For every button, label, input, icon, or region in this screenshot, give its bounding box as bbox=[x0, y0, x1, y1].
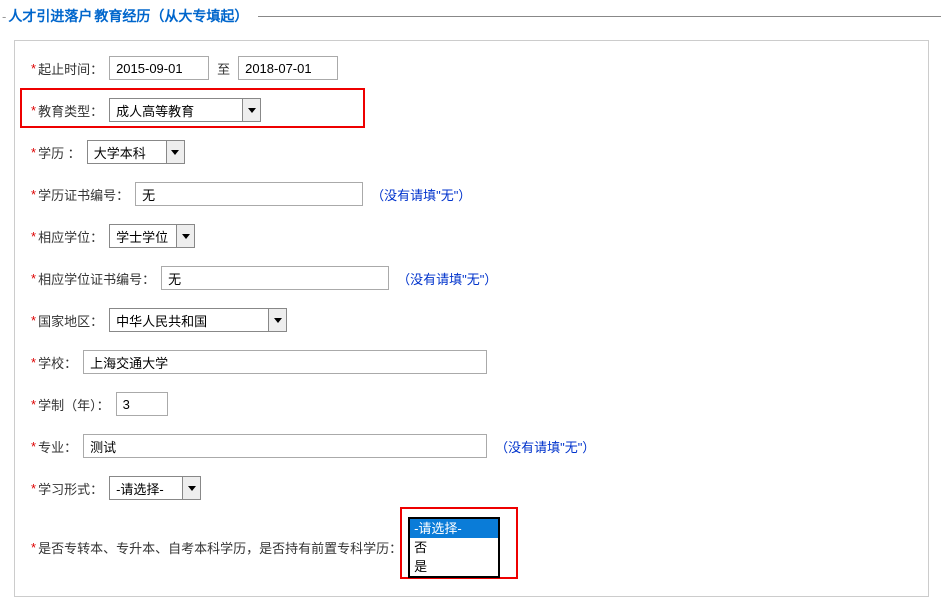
required-marker: * bbox=[31, 187, 36, 202]
study-form-select[interactable]: -请选择- bbox=[109, 476, 201, 500]
required-marker: * bbox=[31, 313, 36, 328]
degree-value: 大学本科 bbox=[88, 143, 166, 162]
row-study-form: * 学习形式： -请选择- bbox=[31, 475, 912, 501]
page-header: - 人才引进落户 教育经历（从大专填起） bbox=[0, 0, 943, 30]
row-degree: * 学历 ： 大学本科 bbox=[31, 139, 912, 165]
country-select[interactable]: 中华人民共和国 bbox=[109, 308, 287, 332]
chevron-down-icon bbox=[268, 309, 286, 331]
label-degree-cert: 学历证书编号： bbox=[38, 185, 129, 204]
major-input[interactable] bbox=[83, 434, 487, 458]
xuewei-value: 学士学位 bbox=[110, 227, 176, 246]
header-dash: - bbox=[2, 9, 6, 24]
hint-none-1: （没有请填"无"） bbox=[371, 185, 471, 204]
breadcrumb-1: 人才引进落户 bbox=[8, 6, 92, 26]
edu-type-select[interactable]: 成人高等教育 bbox=[109, 98, 261, 122]
label-study-form: 学习形式： bbox=[38, 479, 103, 498]
row-country: * 国家地区： 中华人民共和国 bbox=[31, 307, 912, 333]
label-prior-zhuanke: 是否专转本、专升本、自考本科学历，是否持有前置专科学历： bbox=[38, 538, 402, 557]
required-marker: * bbox=[31, 103, 36, 118]
form-container: * 起止时间： 至 * 教育类型： 成人高等教育 * 学历 ： 大学本科 * 学… bbox=[14, 40, 929, 597]
label-major: 专业： bbox=[38, 437, 77, 456]
row-prior-zhuanke: * 是否专转本、专升本、自考本科学历，是否持有前置专科学历： -请选择- 否 是 bbox=[31, 517, 912, 578]
row-degree-cert: * 学历证书编号： （没有请填"无"） bbox=[31, 181, 912, 207]
xuewei-cert-input[interactable] bbox=[161, 266, 389, 290]
dropdown-option-no[interactable]: 否 bbox=[410, 538, 498, 557]
dropdown-option-placeholder[interactable]: -请选择- bbox=[410, 519, 498, 538]
required-marker: * bbox=[31, 229, 36, 244]
study-years-input[interactable] bbox=[116, 392, 168, 416]
label-to: 至 bbox=[217, 59, 230, 78]
school-input[interactable] bbox=[83, 350, 487, 374]
required-marker: * bbox=[31, 540, 36, 555]
chevron-down-icon bbox=[182, 477, 200, 499]
row-xuewei: * 相应学位： 学士学位 bbox=[31, 223, 912, 249]
xuewei-select[interactable]: 学士学位 bbox=[109, 224, 195, 248]
country-value: 中华人民共和国 bbox=[110, 311, 268, 330]
label-school: 学校： bbox=[38, 353, 77, 372]
label-xuewei: 相应学位： bbox=[38, 227, 103, 246]
required-marker: * bbox=[31, 145, 36, 160]
page-title: 教育经历（从大专填起） bbox=[94, 6, 248, 26]
required-marker: * bbox=[31, 397, 36, 412]
row-edu-type: * 教育类型： 成人高等教育 bbox=[31, 97, 912, 123]
row-date-range: * 起止时间： 至 bbox=[31, 55, 912, 81]
label-study-years: 学制（年）： bbox=[38, 395, 110, 414]
header-divider bbox=[258, 16, 941, 17]
row-school: * 学校： bbox=[31, 349, 912, 375]
label-country: 国家地区： bbox=[38, 311, 103, 330]
required-marker: * bbox=[31, 271, 36, 286]
edu-type-value: 成人高等教育 bbox=[110, 101, 242, 120]
required-marker: * bbox=[31, 439, 36, 454]
label-date-range: 起止时间： bbox=[38, 59, 103, 78]
row-xuewei-cert: * 相应学位证书编号： （没有请填"无"） bbox=[31, 265, 912, 291]
label-degree: 学历 ： bbox=[38, 143, 81, 162]
start-date-input[interactable] bbox=[109, 56, 209, 80]
chevron-down-icon bbox=[242, 99, 260, 121]
row-study-years: * 学制（年）： bbox=[31, 391, 912, 417]
chevron-down-icon bbox=[166, 141, 184, 163]
degree-select[interactable]: 大学本科 bbox=[87, 140, 185, 164]
study-form-value: -请选择- bbox=[110, 479, 182, 498]
chevron-down-icon bbox=[176, 225, 194, 247]
required-marker: * bbox=[31, 61, 36, 76]
prior-zhuanke-dropdown[interactable]: -请选择- 否 是 bbox=[408, 517, 500, 578]
label-edu-type: 教育类型： bbox=[38, 101, 103, 120]
label-xuewei-cert: 相应学位证书编号： bbox=[38, 269, 155, 288]
degree-cert-input[interactable] bbox=[135, 182, 363, 206]
required-marker: * bbox=[31, 355, 36, 370]
required-marker: * bbox=[31, 481, 36, 496]
hint-none-2: （没有请填"无"） bbox=[397, 269, 497, 288]
hint-none-3: （没有请填"无"） bbox=[495, 437, 595, 456]
end-date-input[interactable] bbox=[238, 56, 338, 80]
dropdown-option-yes[interactable]: 是 bbox=[410, 557, 498, 576]
row-major: * 专业： （没有请填"无"） bbox=[31, 433, 912, 459]
